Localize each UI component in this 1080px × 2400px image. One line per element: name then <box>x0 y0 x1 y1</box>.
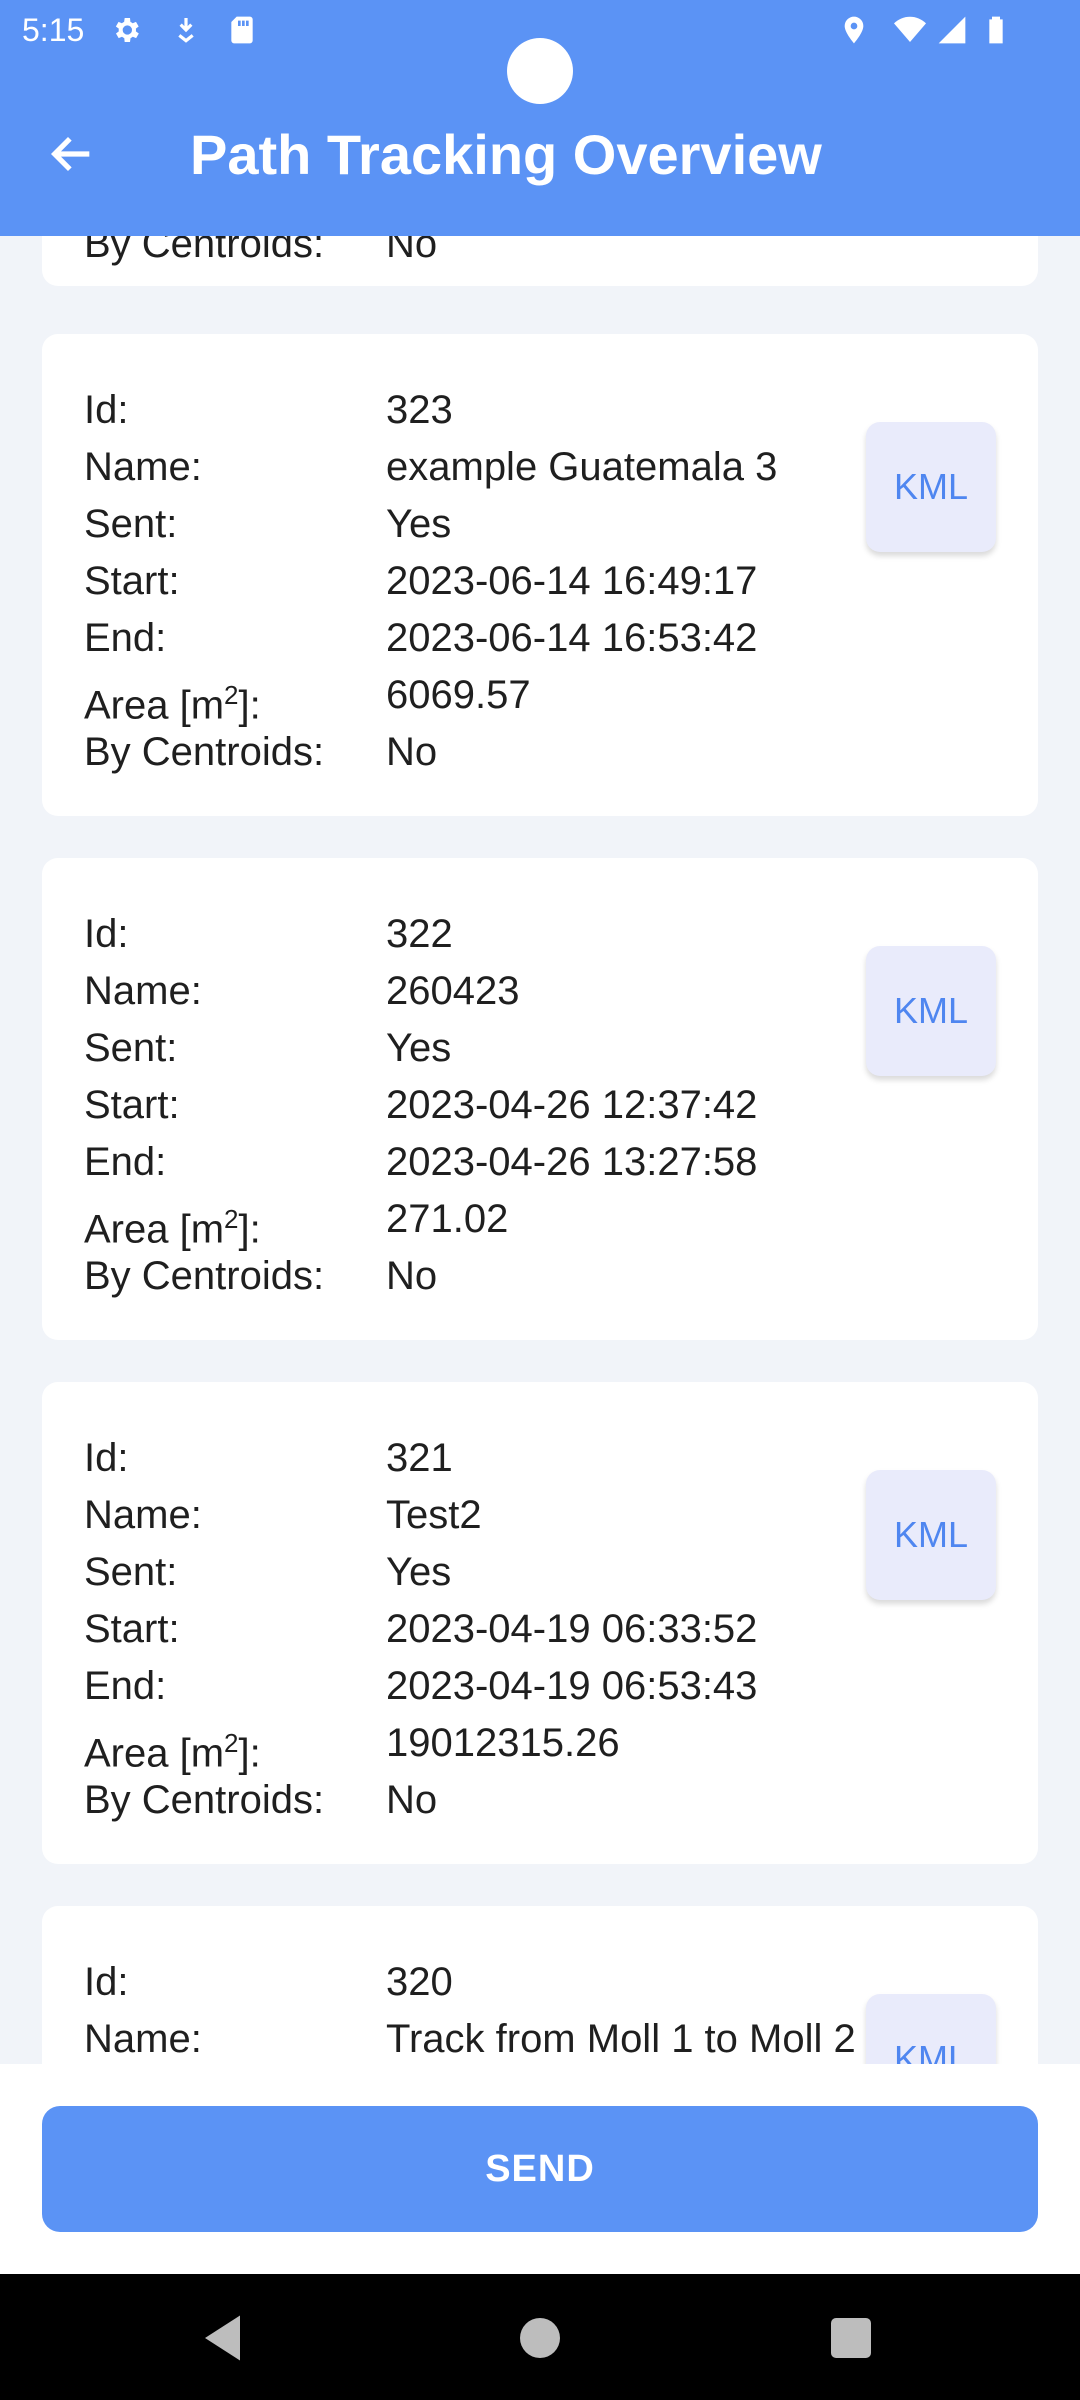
send-button[interactable]: SEND <box>42 2106 1038 2232</box>
track-name: Test2 <box>386 1493 482 1537</box>
track-card: Id: 321 Name: Test2 Sent: Yes Start: 2023-04… <box>42 1382 1038 1864</box>
track-id: 322 <box>386 912 453 956</box>
track-sent: Yes <box>386 502 452 546</box>
track-name: example Guatemala 3 <box>386 445 778 489</box>
end-label: End: <box>84 1140 167 1184</box>
sent-label: Sent: <box>84 502 178 546</box>
by-centroids-label: By Centroids: <box>84 730 325 774</box>
track-by-centroids: No <box>386 1778 438 1822</box>
location-icon <box>844 16 864 44</box>
battery-icon <box>989 16 1003 44</box>
track-id: 323 <box>386 388 453 432</box>
page-title: Path Tracking Overview <box>190 123 822 186</box>
signal-icon <box>938 16 966 44</box>
track-card: Id: 322 Name: 260423 Sent: Yes Start: 2023-0… <box>42 858 1038 1340</box>
sent-label: Sent: <box>84 1550 178 1594</box>
id-label: Id: <box>84 1960 129 2004</box>
track-start: 2023-06-14 16:49:17 <box>386 559 758 603</box>
start-label: Start: <box>84 559 180 603</box>
kml-button[interactable]: KML <box>866 1470 996 1600</box>
camera-cutout <box>507 38 573 104</box>
track-card: Id: 320 Name: Track from Moll 1 to Moll 2 … <box>42 1906 1038 2064</box>
track-card-partial: By Centroids: No <box>42 236 1038 286</box>
track-end: 2023-04-19 06:53:43 <box>386 1664 758 1708</box>
name-label: Name: <box>84 445 202 489</box>
track-start: 2023-04-19 06:33:52 <box>386 1607 758 1651</box>
by-centroids-label: By Centroids: <box>84 236 325 266</box>
track-id: 321 <box>386 1436 453 1480</box>
name-label: Name: <box>84 969 202 1013</box>
track-id: 320 <box>386 1960 453 2004</box>
track-sent: Yes <box>386 1550 452 1594</box>
status-time: 5:15 <box>22 12 85 48</box>
track-end: 2023-04-26 13:27:58 <box>386 1140 758 1184</box>
track-end: 2023-06-14 16:53:42 <box>386 616 758 660</box>
bottom-action-area: SEND <box>0 2064 1080 2274</box>
track-card: Id: 323 Name: example Guatemala 3 Sent: Yes… <box>42 334 1038 816</box>
track-start: 2023-04-26 12:37:42 <box>386 1083 758 1127</box>
name-label: Name: <box>84 1493 202 1537</box>
system-nav-bar <box>0 2274 1080 2400</box>
home-circle-icon[interactable] <box>510 2308 570 2368</box>
kml-button[interactable]: KML <box>866 1994 996 2064</box>
by-centroids-label: By Centroids: <box>84 1254 325 1298</box>
start-label: Start: <box>84 1607 180 1651</box>
start-label: Start: <box>84 1083 180 1127</box>
arrow-left-icon <box>50 136 90 172</box>
kml-button[interactable]: KML <box>866 946 996 1076</box>
id-label: Id: <box>84 388 129 432</box>
track-name: Track from Moll 1 to Moll 2 <box>386 2017 856 2061</box>
id-label: Id: <box>84 1436 129 1480</box>
back-button[interactable] <box>40 122 104 186</box>
gear-icon <box>115 18 139 42</box>
end-label: End: <box>84 616 167 660</box>
track-area: 271.02 <box>386 1197 509 1241</box>
kml-button[interactable]: KML <box>866 422 996 552</box>
track-area: 19012315.26 <box>386 1721 620 1765</box>
track-list[interactable]: By Centroids: No Id: 323 Name: example Gua… <box>0 236 1080 2064</box>
id-label: Id: <box>84 912 129 956</box>
app-header: 5:15 Path Tracking Overview <box>0 0 1080 236</box>
track-name: 260423 <box>386 969 520 1013</box>
recents-square-icon[interactable] <box>821 2308 881 2368</box>
back-triangle-icon[interactable] <box>195 2308 255 2368</box>
download-icon <box>178 18 194 43</box>
end-label: End: <box>84 1664 167 1708</box>
wifi-icon <box>894 16 926 42</box>
sent-label: Sent: <box>84 1026 178 1070</box>
track-by-centroids: No <box>386 1254 438 1298</box>
track-sent: Yes <box>386 1026 452 1070</box>
track-by-centroids: No <box>386 730 438 774</box>
name-label: Name: <box>84 2017 202 2061</box>
sd-card-icon <box>231 16 253 44</box>
by-centroids-value: No <box>386 236 438 266</box>
track-area: 6069.57 <box>386 673 531 717</box>
by-centroids-label: By Centroids: <box>84 1778 325 1822</box>
